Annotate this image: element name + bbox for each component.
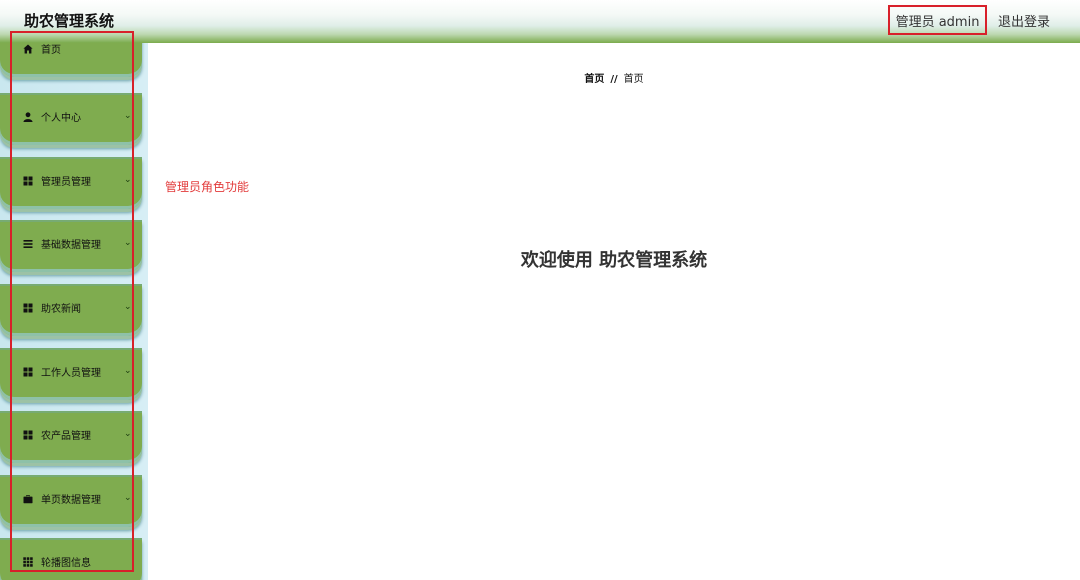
sidebar-item-label: 首页: [41, 45, 61, 56]
breadcrumb-separator: //: [610, 74, 618, 85]
sidebar-item-carousel[interactable]: 轮播图信息: [0, 538, 142, 580]
home-icon: [23, 44, 33, 54]
grid-icon: [23, 303, 33, 313]
chevron-down-icon: ⌄: [124, 493, 132, 503]
app-title: 助农管理系统: [24, 12, 115, 30]
sidebar-item-single-page-data[interactable]: 单页数据管理 ⌄: [0, 475, 142, 527]
chevron-down-icon: ⌄: [124, 302, 132, 312]
grid-icon: [23, 430, 33, 440]
sidebar-item-label: 助农新闻: [41, 304, 81, 315]
chevron-down-icon: ⌄: [124, 238, 132, 248]
sidebar-item-label: 工作人员管理: [41, 368, 101, 379]
sidebar-item-personal-center[interactable]: 个人中心 ⌄: [0, 93, 142, 145]
main-content: 首页 // 首页 管理员角色功能 欢迎使用 助农管理系统: [148, 43, 1080, 580]
grid-nine-icon: [23, 557, 33, 567]
list-icon: [23, 240, 33, 248]
sidebar-item-news[interactable]: 助农新闻 ⌄: [0, 284, 142, 336]
chevron-down-icon: ⌄: [124, 111, 132, 121]
welcome-heading: 欢迎使用 助农管理系统: [520, 250, 708, 271]
breadcrumb: 首页 // 首页: [148, 70, 1080, 85]
role-function-text: 管理员角色功能: [165, 180, 250, 194]
sidebar-item-label: 农产品管理: [41, 431, 91, 442]
sidebar-item-label: 轮播图信息: [41, 558, 91, 569]
briefcase-icon: [23, 495, 33, 504]
breadcrumb-home-link[interactable]: 首页: [584, 74, 604, 85]
sidebar-item-basic-data[interactable]: 基础数据管理 ⌄: [0, 220, 142, 272]
sidebar-item-label: 管理员管理: [41, 177, 91, 188]
chevron-down-icon: ⌄: [124, 366, 132, 376]
grid-icon: [23, 176, 33, 186]
top-header: 助农管理系统 管理员 admin 退出登录: [0, 0, 1080, 43]
breadcrumb-current: 首页: [623, 74, 644, 85]
sidebar: 首页 个人中心 ⌄ 管理员管理 ⌄ 基础数据管理 ⌄ 助农新闻 ⌄ 工作人员管理…: [0, 43, 148, 580]
current-user-label: 管理员 admin: [888, 5, 987, 35]
sidebar-item-home[interactable]: 首页: [0, 43, 142, 77]
logout-link[interactable]: 退出登录: [998, 11, 1050, 30]
sidebar-item-label: 单页数据管理: [41, 495, 101, 506]
sidebar-item-staff-management[interactable]: 工作人员管理 ⌄: [0, 348, 142, 400]
sidebar-item-label: 个人中心: [41, 113, 81, 124]
sidebar-item-product-management[interactable]: 农产品管理 ⌄: [0, 411, 142, 463]
sidebar-item-admin-management[interactable]: 管理员管理 ⌄: [0, 157, 142, 209]
chevron-down-icon: ⌄: [124, 429, 132, 439]
user-icon: [23, 112, 33, 122]
grid-icon: [23, 367, 33, 377]
sidebar-item-label: 基础数据管理: [41, 240, 101, 251]
chevron-down-icon: ⌄: [124, 175, 132, 185]
